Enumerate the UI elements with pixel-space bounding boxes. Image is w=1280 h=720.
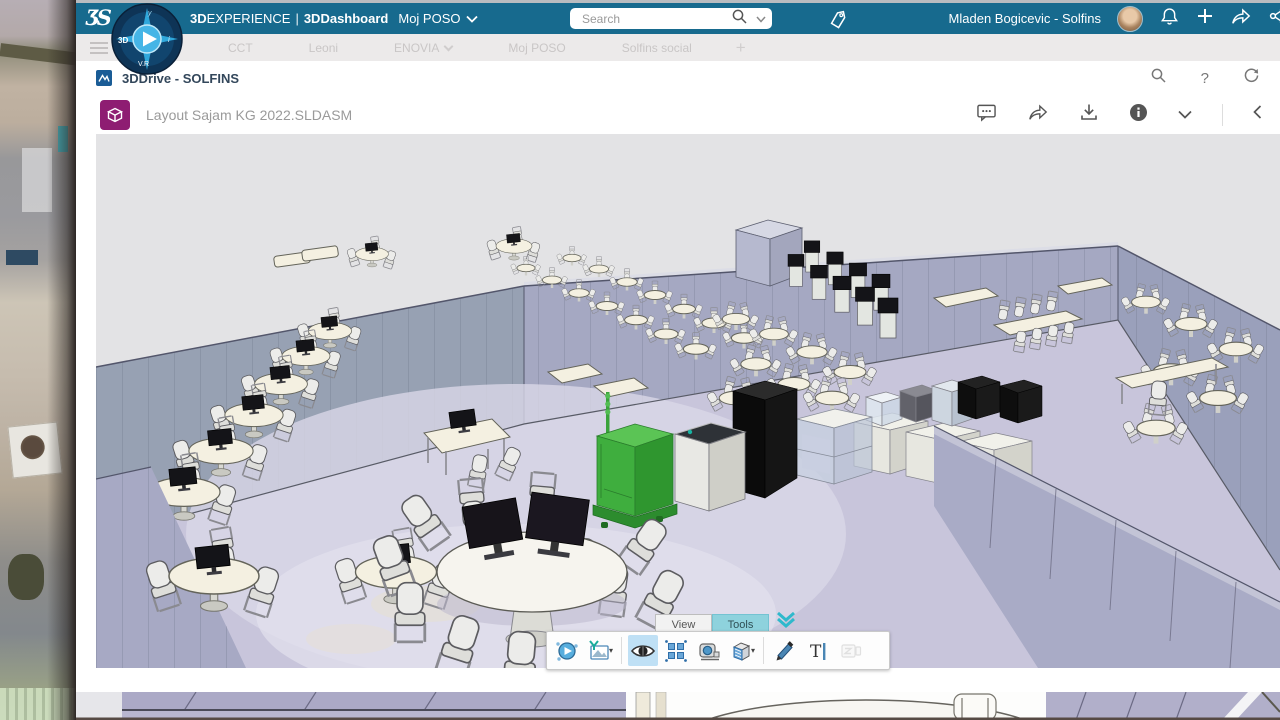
select-squares-icon <box>664 639 688 663</box>
compass-3d-label: 3D <box>118 36 128 45</box>
add-content-icon[interactable] <box>1196 7 1214 30</box>
brand-title: 3DEXPERIENCE | 3DDashboard Moj POSO <box>190 11 478 26</box>
tab-leoni[interactable]: Leoni <box>281 41 366 55</box>
strip-chair <box>954 694 996 720</box>
user-avatar[interactable] <box>1117 6 1143 32</box>
share-icon[interactable] <box>1230 6 1252 31</box>
play-3d-icon <box>555 639 579 663</box>
tab-enovia-caret-icon <box>444 41 454 51</box>
tab-enovia[interactable]: ENOVIA <box>366 41 480 55</box>
text-annotation-button[interactable]: T <box>803 635 833 666</box>
secondary-frame-strip <box>76 692 1280 720</box>
app-name: 3DDashboard <box>304 11 389 26</box>
add-tab-button[interactable]: + <box>720 38 762 58</box>
glass-display-case <box>797 409 872 484</box>
white-machine <box>675 423 745 511</box>
markup-icon <box>839 639 863 663</box>
media-button[interactable]: ▾ <box>585 635 615 666</box>
media-icon <box>587 639 611 663</box>
play-3d-button[interactable] <box>552 635 582 666</box>
user-name[interactable]: Mladen Bogicevic - Solfins <box>949 11 1101 26</box>
markup-button <box>836 635 866 666</box>
text-tool-icon: T <box>806 639 830 663</box>
measure-button[interactable] <box>694 635 724 666</box>
tab-cct[interactable]: CCT <box>200 41 281 55</box>
measure-icon <box>697 639 721 663</box>
comment-icon[interactable] <box>976 103 997 127</box>
section-button[interactable]: ▾ <box>727 635 757 666</box>
screen: ƷS 3DEXPERIENCE|3DDashboardMoj POSO Mlad… <box>0 0 1280 720</box>
toolbar-divider <box>763 637 764 664</box>
svg-text:i: i <box>168 35 170 44</box>
download-icon[interactable] <box>1079 102 1099 127</box>
compass-vr-label: V.R <box>138 61 149 68</box>
search-options-caret-icon[interactable] <box>756 10 766 28</box>
dashboard-caret-icon[interactable] <box>466 11 478 26</box>
3d-viewport[interactable] <box>96 134 1280 668</box>
dashboard-selector[interactable]: Moj POSO <box>398 11 460 26</box>
share-nodes-icon[interactable] <box>1268 6 1280 31</box>
collapse-panel-icon[interactable] <box>1253 105 1262 124</box>
viewer-toolbar: ▾ ▾ T <box>546 631 890 670</box>
eye-icon <box>630 640 656 662</box>
viewer-collapse-chevrons-icon[interactable] <box>775 611 797 633</box>
tag-icon[interactable] <box>828 10 848 34</box>
brand-experience: EXPERIENCE <box>207 11 291 26</box>
more-actions-caret-icon[interactable] <box>1178 106 1192 124</box>
3ddrive-widget: 3DDrive - SOLFINS ? Layout Sajam KG 2022… <box>76 61 1280 692</box>
toolbar-divider <box>621 637 622 664</box>
widget-search-icon[interactable] <box>1150 67 1167 89</box>
widget-header: 3DDrive - SOLFINS ? <box>76 61 1280 95</box>
search-icon[interactable] <box>731 8 748 30</box>
pencil-icon <box>773 639 797 663</box>
notifications-bell-icon[interactable] <box>1159 6 1180 32</box>
3d-viewport-scene <box>96 134 1280 668</box>
widget-refresh-icon[interactable] <box>1243 67 1260 89</box>
brand-3d: 3D <box>190 11 207 26</box>
svg-text:T: T <box>810 642 822 662</box>
menu-hamburger-icon[interactable] <box>90 42 108 54</box>
file-header: Layout Sajam KG 2022.SLDASM <box>76 95 1280 134</box>
file-name: Layout Sajam KG 2022.SLDASM <box>146 107 352 123</box>
select-visibility-button[interactable] <box>661 635 691 666</box>
dashboard-tabbar: CCT Leoni ENOVIA Moj POSO Solfins social… <box>76 34 1280 62</box>
topbar: ƷS 3DEXPERIENCE | 3DDashboard Moj POSO Mlad… <box>76 3 1280 34</box>
photo-edge-shadow <box>0 0 76 720</box>
sldasm-file-icon <box>100 100 130 130</box>
global-search[interactable] <box>570 8 772 29</box>
draw-button[interactable] <box>770 635 800 666</box>
svg-text:y: y <box>147 10 152 17</box>
section-icon <box>729 639 753 663</box>
3dexperience-compass-logo[interactable]: 3D V.R i y <box>110 2 184 76</box>
desktop-background-photo <box>0 0 76 720</box>
3ds-logo[interactable]: ƷS <box>86 5 109 30</box>
actions-divider <box>1222 104 1223 126</box>
tab-moj-poso[interactable]: Moj POSO <box>480 41 593 55</box>
visibility-button[interactable] <box>628 635 658 666</box>
info-icon[interactable] <box>1129 103 1148 127</box>
widget-help-icon[interactable]: ? <box>1201 70 1209 87</box>
tab-solfins-social[interactable]: Solfins social <box>594 41 720 55</box>
file-share-icon[interactable] <box>1027 102 1049 127</box>
brand-divider: | <box>295 11 298 26</box>
global-search-input[interactable] <box>580 11 731 27</box>
